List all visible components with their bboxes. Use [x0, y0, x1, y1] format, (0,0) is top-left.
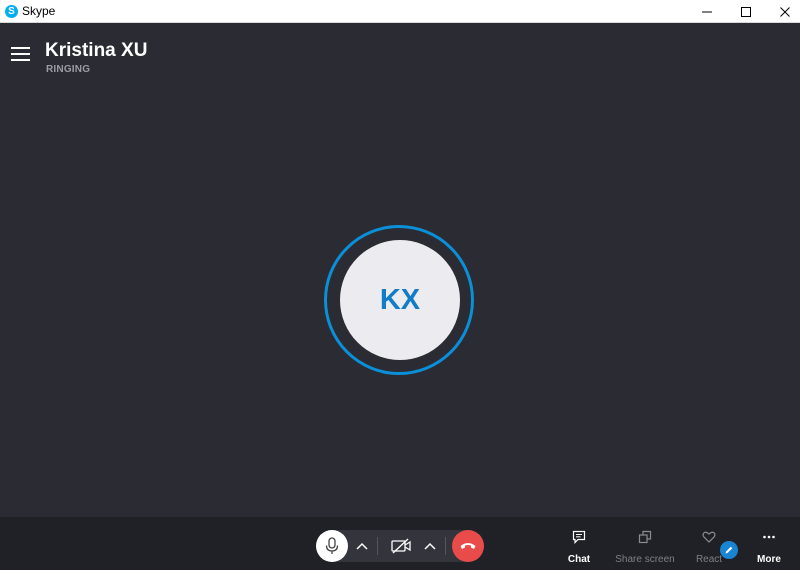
microphone-button[interactable]	[316, 530, 348, 562]
minimize-icon	[702, 11, 712, 13]
menu-button[interactable]	[11, 45, 30, 63]
compose-badge[interactable]	[720, 541, 738, 559]
window-title: Skype	[22, 4, 56, 18]
title-bar: S Skype	[0, 0, 800, 23]
video-toggle-button[interactable]	[385, 530, 417, 562]
video-off-icon	[391, 538, 411, 554]
hamburger-icon-line	[11, 59, 30, 61]
share-screen-button[interactable]: Share screen	[612, 517, 678, 570]
maximize-icon	[741, 7, 751, 17]
chevron-up-icon	[356, 542, 368, 550]
microphone-options-button[interactable]	[350, 530, 374, 562]
divider	[445, 537, 446, 555]
heart-icon	[702, 531, 716, 543]
close-button[interactable]	[762, 0, 800, 23]
chat-icon	[572, 530, 586, 544]
contact-name: Kristina XU	[45, 40, 148, 61]
hamburger-icon	[11, 47, 30, 49]
divider	[377, 537, 378, 555]
call-control-bar: Chat Share screen React More	[0, 517, 800, 570]
skype-logo-icon: S	[5, 5, 18, 18]
more-button[interactable]: More	[748, 517, 790, 570]
call-status: RINGING	[46, 64, 91, 75]
microphone-icon	[325, 537, 339, 554]
hamburger-icon-line	[11, 53, 30, 55]
chevron-up-icon	[424, 542, 436, 550]
chat-button[interactable]: Chat	[558, 517, 600, 570]
more-label: More	[757, 554, 781, 565]
phone-hangup-icon	[460, 543, 476, 549]
share-screen-label: Share screen	[615, 554, 675, 565]
skype-call-window: S Skype Kristina XU RINGING KX Chat Shar…	[0, 0, 800, 570]
chat-label: Chat	[567, 554, 591, 565]
pencil-icon	[725, 546, 733, 554]
avatar: KX	[340, 240, 460, 360]
share-screen-icon	[638, 530, 652, 544]
more-dots-icon	[763, 535, 775, 539]
hang-up-button[interactable]	[452, 530, 484, 562]
video-options-button[interactable]	[418, 530, 442, 562]
close-icon	[780, 7, 790, 17]
